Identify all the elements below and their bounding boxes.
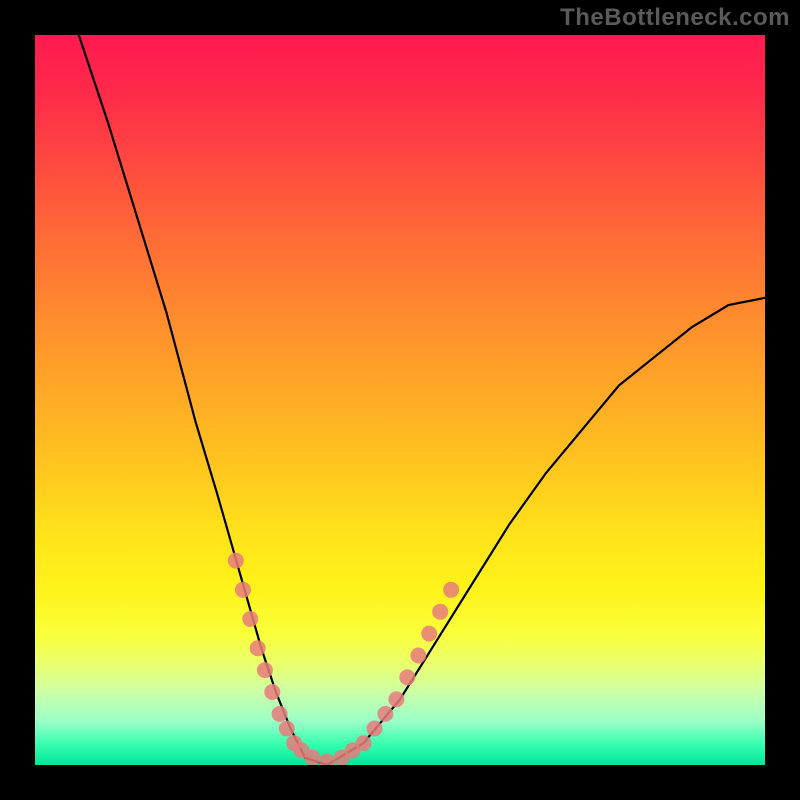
marker-dot — [399, 669, 415, 685]
marker-dot — [356, 735, 372, 751]
marker-dot — [421, 626, 437, 642]
plot-area — [35, 35, 765, 765]
marker-dot — [279, 721, 295, 737]
marker-dot — [388, 691, 404, 707]
marker-dot — [367, 721, 383, 737]
curve-layer — [35, 35, 765, 765]
chart-frame: TheBottleneck.com — [0, 0, 800, 800]
highlighted-points — [228, 553, 459, 765]
marker-dot — [235, 582, 251, 598]
marker-dot — [257, 662, 273, 678]
marker-dot — [377, 706, 393, 722]
marker-dot — [228, 553, 244, 569]
marker-dot — [319, 753, 335, 765]
watermark-text: TheBottleneck.com — [560, 4, 790, 32]
marker-dot — [432, 604, 448, 620]
marker-dot — [250, 640, 266, 656]
marker-dot — [242, 611, 258, 627]
marker-dot — [443, 582, 459, 598]
marker-dot — [304, 750, 320, 765]
marker-dot — [410, 648, 426, 664]
marker-dot — [264, 684, 280, 700]
marker-dot — [272, 706, 288, 722]
